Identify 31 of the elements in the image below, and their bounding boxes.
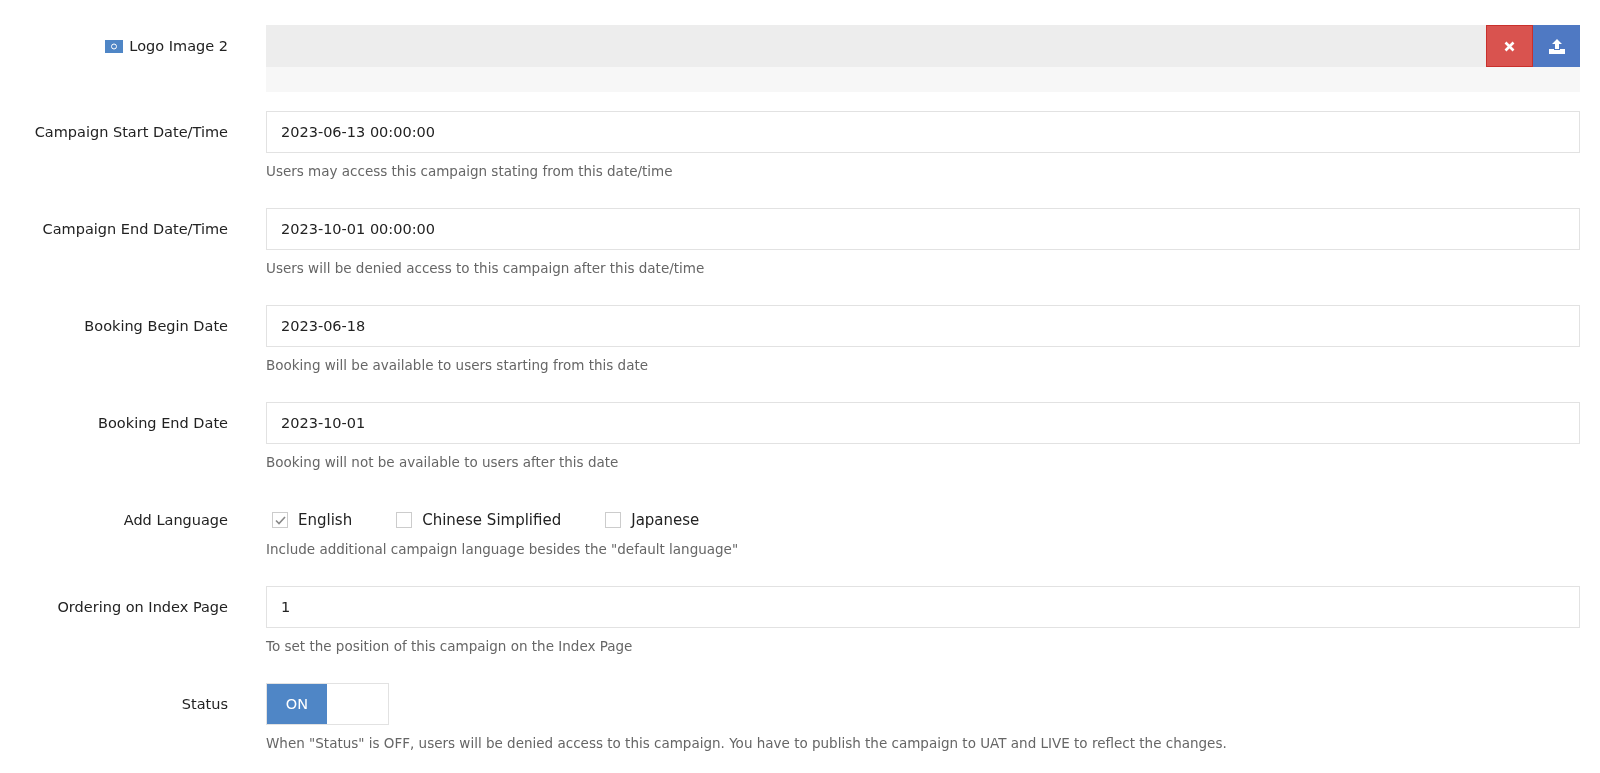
upload-button[interactable] xyxy=(1533,25,1580,67)
field-label: Campaign Start Date/Time xyxy=(34,124,228,140)
field-label: Status xyxy=(181,696,228,712)
upload-icon xyxy=(1548,38,1565,54)
language-checkbox[interactable]: English xyxy=(272,511,353,529)
field-label: Booking Begin Date xyxy=(84,318,228,334)
field-label: Logo Image 2 xyxy=(129,38,228,54)
help-text: Users will be denied access to this campaign after this date/time xyxy=(266,260,706,276)
upload-field[interactable] xyxy=(266,25,1580,67)
field-label: Booking End Date xyxy=(98,415,228,431)
help-text: Booking will be available to users starting from this date xyxy=(266,357,650,373)
text-field[interactable]: 2023-10-01 xyxy=(266,402,1580,444)
field-label: Campaign End Date/Time xyxy=(42,221,228,237)
remove-button[interactable] xyxy=(1486,25,1533,67)
status-toggle[interactable]: ON xyxy=(266,683,389,725)
text-field[interactable]: 2023-06-18 xyxy=(266,305,1580,347)
help-text: Booking will not be available to users after this date xyxy=(266,454,620,470)
text-field[interactable]: 1 xyxy=(266,586,1580,628)
language-checkbox[interactable]: Chinese Simplified xyxy=(396,511,562,529)
help-text: When "Status" is OFF, users will be denied access to this campaign. You have to publish the campaign to UAT and LIVE to reflect the changes. xyxy=(266,735,1228,751)
check-icon xyxy=(274,515,286,525)
field-label: Add Language xyxy=(123,512,228,528)
field-label: Ordering on Index Page xyxy=(57,599,228,615)
text-field[interactable]: 2023-06-13 00:00:00 xyxy=(266,111,1580,153)
help-text: To set the position of this campaign on the Index Page xyxy=(266,638,634,654)
image-icon xyxy=(105,39,124,53)
close-icon xyxy=(1504,40,1515,52)
text-field[interactable]: 2023-10-01 00:00:00 xyxy=(266,208,1580,250)
help-text: Users may access this campaign stating from this date/time xyxy=(266,163,674,179)
language-checkbox[interactable]: Japanese xyxy=(605,511,700,529)
help-text: Include additional campaign language besides the "default language" xyxy=(266,541,740,557)
